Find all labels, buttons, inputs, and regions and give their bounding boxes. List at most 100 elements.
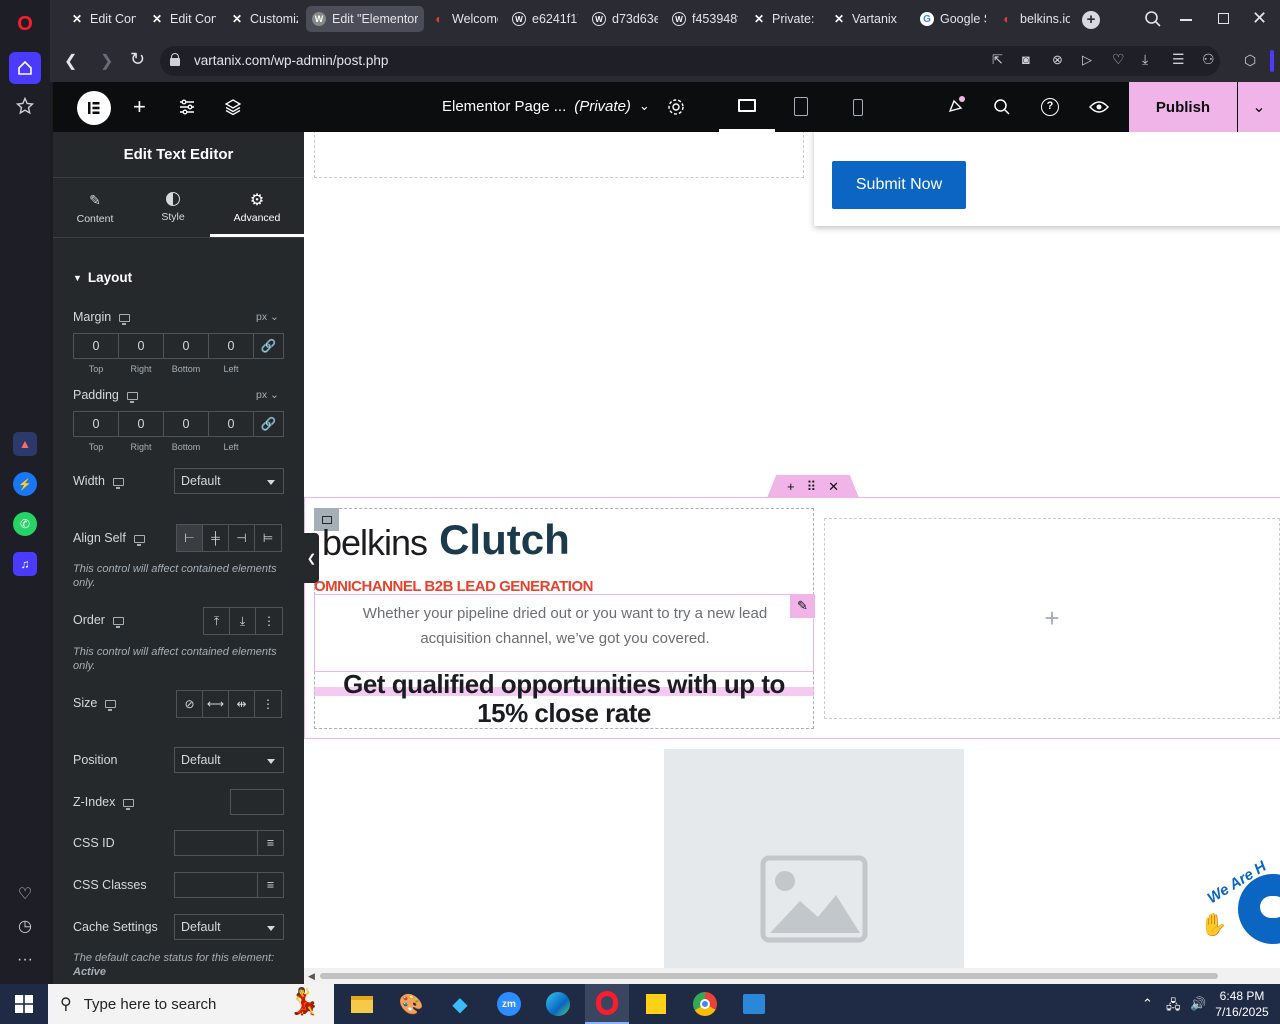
- paint-icon[interactable]: 🎨: [389, 984, 433, 1024]
- volume-icon[interactable]: 🔊: [1190, 996, 1206, 1012]
- text-editor-widget[interactable]: Whether your pipeline dried out or you w…: [314, 594, 814, 672]
- heart-icon[interactable]: ♡: [13, 882, 37, 906]
- scroll-left-icon[interactable]: ◀: [308, 971, 315, 982]
- browser-tab[interactable]: ✕Private: El: [746, 6, 824, 32]
- zoom-icon[interactable]: zm: [487, 984, 531, 1024]
- browser-tab[interactable]: Wf453948f: [666, 6, 744, 32]
- css-classes-input[interactable]: [174, 872, 258, 898]
- mobile-view-icon[interactable]: [853, 99, 863, 116]
- dynamic-tags-icon[interactable]: ≡: [257, 872, 284, 898]
- padding-top-input[interactable]: 0: [73, 411, 119, 437]
- order-first-icon[interactable]: ⤒: [204, 608, 230, 634]
- profile-icon[interactable]: ⚇: [1202, 51, 1215, 68]
- padding-left-input[interactable]: 0: [208, 411, 254, 437]
- new-tab-button[interactable]: +: [1082, 11, 1100, 29]
- browser-tab[interactable]: ✕Edit Cont: [64, 6, 142, 32]
- help-icon[interactable]: ?: [1041, 98, 1059, 116]
- padding-unit-select[interactable]: px ⌄: [256, 389, 279, 401]
- margin-bottom-input[interactable]: 0: [163, 333, 209, 359]
- opera-logo-icon[interactable]: O: [13, 12, 37, 36]
- layout-section-toggle[interactable]: ▼ Layout: [73, 270, 132, 285]
- whatsapp-icon[interactable]: ✆: [13, 512, 37, 536]
- flow-icon[interactable]: ▷: [1082, 52, 1092, 68]
- page-settings-gear-icon[interactable]: [667, 98, 685, 121]
- browser-tab[interactable]: ✕ Vartanix |: [826, 6, 906, 32]
- padding-right-input[interactable]: 0: [118, 411, 164, 437]
- tab-style[interactable]: Style: [137, 178, 209, 236]
- publish-button[interactable]: Publish: [1129, 82, 1237, 132]
- browser-tab[interactable]: ✕ Customiz: [224, 6, 304, 32]
- size-grow-icon[interactable]: ⟷: [203, 691, 229, 717]
- browser-tab[interactable]: We6241f17: [506, 6, 584, 32]
- aria-icon[interactable]: ▲: [13, 432, 37, 456]
- publish-options-chevron-icon[interactable]: ⌄: [1238, 82, 1280, 132]
- reload-icon[interactable]: ↻: [130, 49, 145, 70]
- order-last-icon[interactable]: ⤓: [230, 608, 256, 634]
- drag-handle-icon[interactable]: ⠿: [807, 479, 817, 495]
- windows-start-icon[interactable]: [2, 984, 46, 1024]
- browser-tab[interactable]: GGoogle S: [914, 6, 992, 32]
- back-icon[interactable]: ❮: [64, 51, 77, 71]
- align-center-icon[interactable]: ╪: [203, 525, 229, 551]
- restore-button[interactable]: [1218, 13, 1229, 24]
- url-field[interactable]: vartanix.com/wp-admin/post.php ⇱ ◙ ⊗ ▷ ♡…: [160, 46, 1220, 76]
- desktop-view-button[interactable]: [719, 82, 775, 132]
- padding-bottom-input[interactable]: 0: [163, 411, 209, 437]
- star-icon[interactable]: [13, 94, 37, 118]
- camera-icon[interactable]: ◙: [1022, 52, 1030, 67]
- add-element-icon[interactable]: +: [133, 94, 146, 120]
- opera-taskbar-icon[interactable]: [585, 984, 629, 1024]
- minimize-button[interactable]: [1180, 19, 1192, 21]
- extensions-icon[interactable]: ⬡: [1244, 52, 1256, 69]
- easy-setup-icon[interactable]: ☰: [1172, 51, 1185, 68]
- submit-now-button[interactable]: Submit Now: [832, 161, 966, 209]
- margin-unit-select[interactable]: px ⌄: [256, 311, 279, 323]
- align-stretch-icon[interactable]: ⊨: [255, 525, 281, 551]
- margin-right-input[interactable]: 0: [118, 333, 164, 359]
- preview-eye-icon[interactable]: [1088, 100, 1110, 119]
- tab-content[interactable]: ✎ Content: [59, 178, 131, 236]
- cache-settings-select[interactable]: Default: [174, 914, 284, 940]
- forward-icon[interactable]: ❯: [100, 51, 113, 71]
- notifications-icon[interactable]: [946, 96, 966, 121]
- add-section-icon[interactable]: +: [787, 479, 795, 494]
- app-diamond-icon[interactable]: ◆: [438, 984, 482, 1024]
- dynamic-tags-icon[interactable]: ≡: [257, 830, 284, 856]
- finder-search-icon[interactable]: [993, 98, 1011, 121]
- scrollbar-thumb[interactable]: [320, 973, 1218, 979]
- history-icon[interactable]: ◷: [13, 914, 37, 938]
- messenger-icon[interactable]: ⚡: [13, 472, 37, 496]
- chrome-icon[interactable]: [683, 984, 727, 1024]
- favorite-heart-icon[interactable]: ♡: [1112, 51, 1125, 68]
- download-icon[interactable]: ⤓: [1142, 51, 1148, 68]
- collapse-panel-icon[interactable]: ❮: [304, 533, 319, 583]
- tablet-view-icon[interactable]: [794, 97, 808, 116]
- margin-top-input[interactable]: 0: [73, 333, 119, 359]
- network-icon[interactable]: 🖧: [1166, 996, 1181, 1018]
- add-widget-placeholder[interactable]: +: [824, 518, 1280, 719]
- edge-icon[interactable]: [536, 984, 580, 1024]
- margin-left-input[interactable]: 0: [208, 333, 254, 359]
- order-custom-icon[interactable]: ⋮: [256, 608, 282, 634]
- sticky-notes-icon[interactable]: [634, 984, 678, 1024]
- structure-layers-icon[interactable]: [224, 98, 242, 121]
- tab-search-icon[interactable]: [1144, 10, 1162, 33]
- close-window-button[interactable]: ✕: [1252, 8, 1267, 29]
- more-icon[interactable]: ···: [13, 948, 37, 972]
- size-custom-icon[interactable]: ⋮: [255, 691, 281, 717]
- tab-advanced[interactable]: ⚙ Advanced: [210, 178, 304, 237]
- photos-icon[interactable]: [732, 984, 776, 1024]
- page-title-dropdown[interactable]: Elementor Page ... (Private) ⌄: [442, 98, 650, 115]
- browser-tab[interactable]: Wd73d63el: [586, 6, 664, 32]
- size-shrink-icon[interactable]: ⇹: [229, 691, 255, 717]
- site-settings-icon[interactable]: [179, 99, 195, 120]
- adblock-icon[interactable]: ⊗: [1052, 52, 1063, 68]
- link-values-icon[interactable]: 🔗: [253, 411, 284, 437]
- browser-tab[interactable]: ◐ belkins.io: [994, 6, 1076, 32]
- align-end-icon[interactable]: ⊣: [229, 525, 255, 551]
- width-select[interactable]: Default: [174, 468, 284, 494]
- link-values-icon[interactable]: 🔗: [253, 333, 284, 359]
- browser-tab[interactable]: ◐Welcome: [426, 6, 504, 32]
- image-placeholder[interactable]: [664, 749, 964, 968]
- clock[interactable]: 6:48 PM 7/16/2025: [1210, 988, 1274, 1020]
